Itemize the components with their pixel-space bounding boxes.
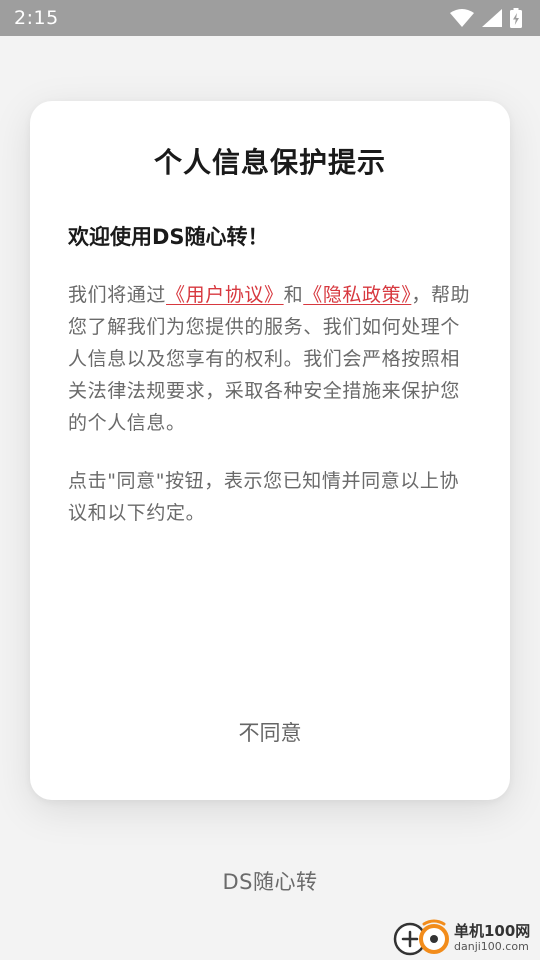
status-bar: 2:15 [0, 0, 540, 36]
app-name-label: DS随心转 [222, 870, 318, 894]
consent-paragraph: 点击"同意"按钮，表示您已知情并同意以上协议和以下约定。 [68, 470, 460, 524]
watermark-url: danji100.com [454, 939, 529, 953]
watermark-logo-icon [393, 919, 449, 955]
user-agreement-link[interactable]: 《用户协议》 [166, 284, 284, 306]
watermark-name: 单机100网 [454, 921, 531, 940]
privacy-dialog: 个人信息保护提示 欢迎使用DS随心转！ 我们将通过《用户协议》和《隐私政策》，帮… [30, 101, 510, 800]
privacy-policy-link[interactable]: 《隐私政策》 [303, 284, 411, 306]
welcome-heading: 欢迎使用DS随心转！ [68, 225, 269, 249]
paragraph-suffix: ，帮助您了解我们为您提供的服务、我们如何处理个人信息以及您享有的权利。我们会严格… [68, 284, 471, 434]
paragraph-prefix: 我们将通过 [68, 284, 167, 306]
status-icons [450, 8, 522, 28]
battery-charging-icon [510, 8, 522, 28]
signal-icon [482, 9, 502, 27]
watermark: 单机100网 danji100.com [390, 915, 540, 960]
wifi-icon [450, 9, 474, 27]
agreement-paragraph: 我们将通过《用户协议》和《隐私政策》，帮助您了解我们为您提供的服务、我们如何处理… [68, 279, 472, 439]
disagree-button[interactable]: 不同意 [30, 707, 510, 757]
dialog-body: 我们将通过《用户协议》和《隐私政策》，帮助您了解我们为您提供的服务、我们如何处理… [68, 279, 472, 529]
dialog-title: 个人信息保护提示 [153, 146, 386, 179]
paragraph-and: 和 [283, 284, 304, 306]
watermark-text: 单机100网 danji100.com [454, 922, 530, 954]
status-time: 2:15 [14, 7, 59, 29]
